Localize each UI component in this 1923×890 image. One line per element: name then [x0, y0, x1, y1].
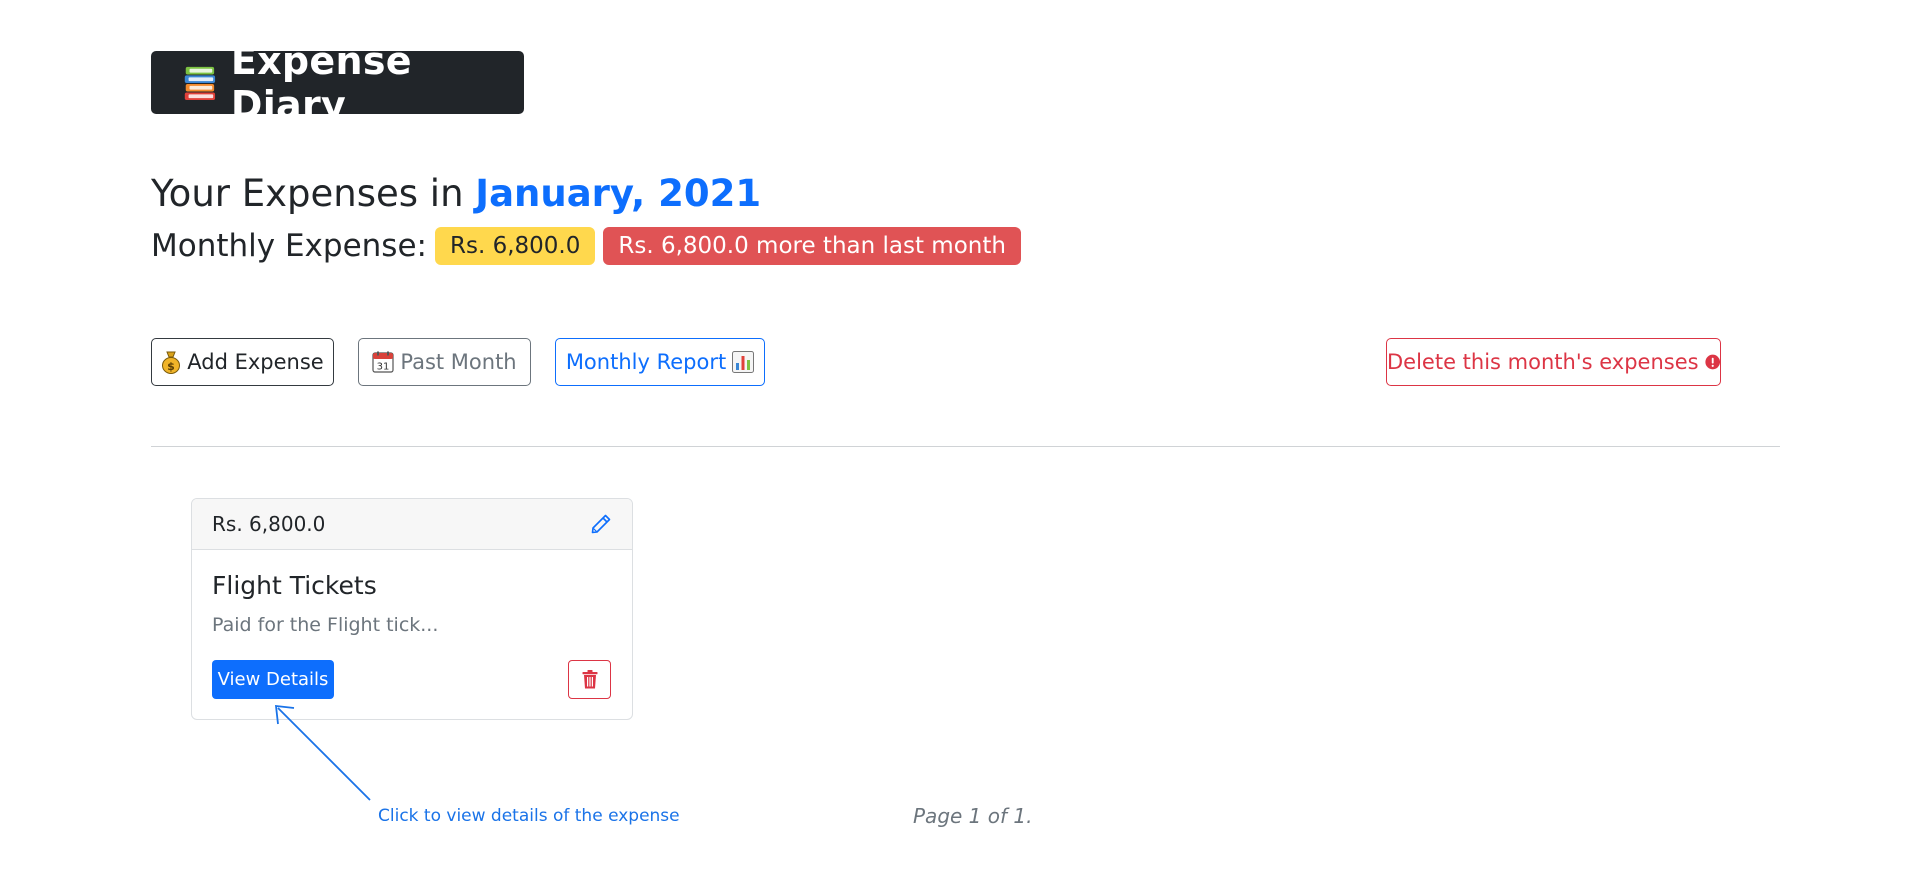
delete-expense-button[interactable]: [568, 660, 611, 699]
calendar-icon: 31: [372, 351, 394, 373]
svg-text:$: $: [167, 360, 175, 373]
monthly-report-label: Monthly Report: [565, 350, 727, 374]
pagination-text: Page 1 of 1.: [913, 804, 1033, 828]
expense-card-header: Rs. 6,800.0: [192, 499, 632, 550]
svg-text:31: 31: [377, 362, 390, 373]
trash-icon: [582, 670, 597, 689]
monthly-summary: Monthly Expense: Rs. 6,800.0 Rs. 6,800.0…: [151, 227, 1021, 265]
expense-description: Paid for the Flight tick...: [212, 614, 439, 636]
books-icon: [184, 66, 216, 100]
monthly-total-badge: Rs. 6,800.0: [434, 227, 596, 265]
expense-card: Rs. 6,800.0 Flight Tickets Paid for the …: [191, 498, 633, 720]
delete-month-expenses-button[interactable]: Delete this month's expenses: [1386, 338, 1721, 386]
expense-title: Flight Tickets: [212, 571, 377, 600]
brand-banner: Expense Diary: [151, 39, 524, 127]
monthly-report-button[interactable]: Monthly Report: [555, 338, 765, 386]
past-month-label: Past Month: [400, 350, 517, 374]
view-details-button[interactable]: View Details: [212, 660, 334, 699]
annotation-hint: Click to view details of the expense: [378, 806, 680, 826]
divider: [151, 446, 1780, 447]
exclamation-circle-icon: [1704, 354, 1720, 370]
comparison-badge: Rs. 6,800.0 more than last month: [603, 227, 1021, 265]
add-expense-label: Add Expense: [187, 350, 324, 374]
app-title: Expense Diary: [230, 38, 412, 127]
page-title-prefix: Your Expenses in: [151, 172, 464, 215]
current-month: January, 2021: [475, 172, 762, 215]
past-month-button[interactable]: 31 Past Month: [358, 338, 531, 386]
add-expense-button[interactable]: $ Add Expense: [151, 338, 334, 386]
monthly-expense-label: Monthly Expense:: [151, 228, 427, 264]
expense-amount: Rs. 6,800.0: [212, 512, 326, 536]
page-title: Your Expenses in January, 2021: [151, 172, 761, 215]
bar-chart-icon: [732, 351, 755, 373]
pencil-icon[interactable]: [590, 513, 612, 535]
money-bag-icon: $: [162, 351, 181, 374]
annotation-arrow: [274, 704, 371, 801]
delete-month-label: Delete this month's expenses: [1387, 350, 1699, 374]
